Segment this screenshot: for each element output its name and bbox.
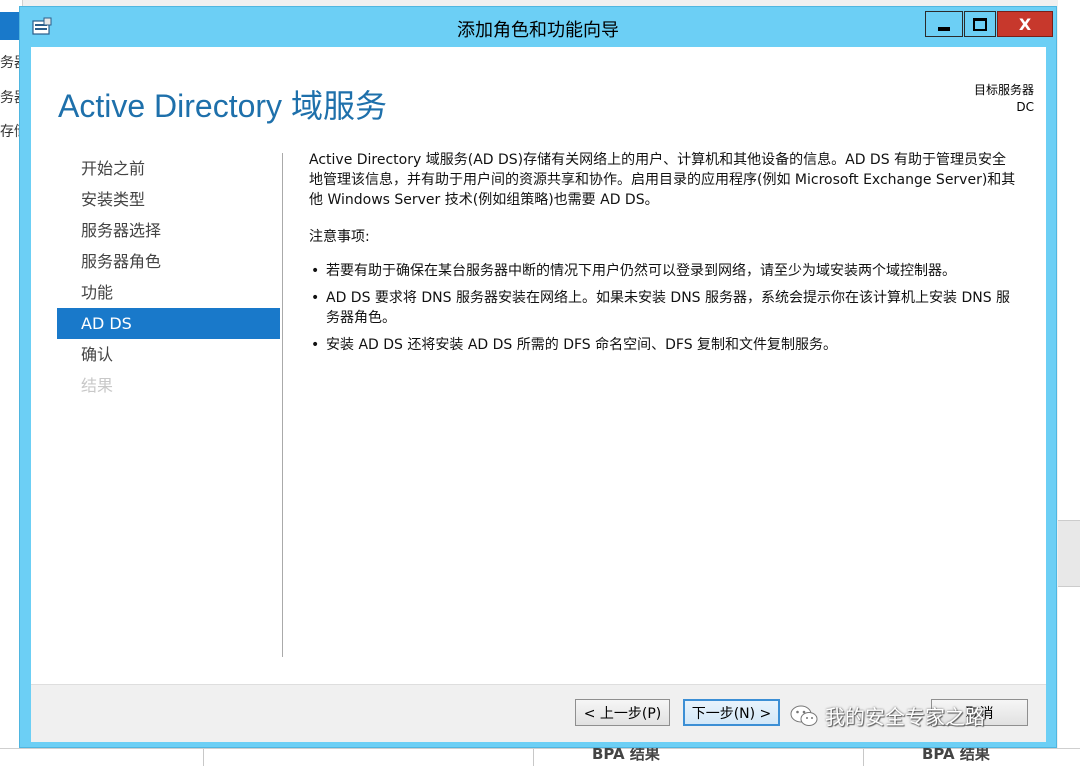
nav-item-before-you-begin[interactable]: 开始之前 [57,153,280,184]
wechat-icon [790,705,818,726]
watermark-text: 我的安全专家之路 [825,705,985,729]
nav-item-features[interactable]: 功能 [57,277,280,308]
wizard-client-area: Active Directory 域服务 目标服务器 DC 开始之前 安装类型 … [31,47,1046,742]
nav-item-server-selection[interactable]: 服务器选择 [57,215,280,246]
maximize-icon [973,17,987,31]
content-panel: Active Directory 域服务(AD DS)存储有关网络上的用户、计算… [309,150,1019,362]
watermark: 我的安全专家之路 [789,701,985,730]
minimize-icon [938,27,950,31]
nav-item-results: 结果 [81,376,114,395]
title-bar[interactable]: 添加角色和功能向导 X [20,7,1056,47]
wizard-footer: < 上一步(P) 下一步(N) > 取消 我的安全专家之路 [31,684,1046,742]
notes-heading: 注意事项: [309,229,370,245]
wizard-dialog: 添加角色和功能向导 X Active Directory 域服务 目标服务器 D… [19,6,1057,748]
target-server: 目标服务器 DC [974,82,1034,116]
list-item: 安装 AD DS 还将安装 AD DS 所需的 DFS 命名空间、DFS 复制和… [309,335,1019,355]
close-button[interactable]: X [997,11,1053,37]
intro-text: Active Directory 域服务(AD DS)存储有关网络上的用户、计算… [309,152,1016,208]
minimize-button[interactable] [925,11,963,37]
close-icon: X [1018,14,1032,34]
page-title: Active Directory 域服务 [58,88,387,124]
background-row-stripe [1058,520,1080,587]
target-server-label: 目标服务器 [973,83,1034,97]
background-column [863,749,864,766]
maximize-button[interactable] [964,11,996,37]
next-button[interactable]: 下一步(N) > [683,699,780,726]
background-right-panel [1058,0,1080,765]
list-item: 若要有助于确保在某台服务器中断的情况下用户仍然可以登录到网络，请至少为域安装两个… [309,261,1019,281]
notes-list: 若要有助于确保在某台服务器中断的情况下用户仍然可以登录到网络，请至少为域安装两个… [309,261,1019,355]
previous-button[interactable]: < 上一步(P) [575,699,670,726]
nav-divider [282,153,283,657]
wizard-nav: 开始之前 安装类型 服务器选择 服务器角色 功能 AD DS 确认 结果 [57,153,280,401]
background-column [203,749,204,766]
background-bottom-panel: BPA 结果 BPA 结果 [0,745,1080,766]
nav-item-installation-type[interactable]: 安装类型 [57,184,280,215]
window-title: 添加角色和功能向导 [457,20,619,41]
nav-item-ad-ds[interactable]: AD DS [57,308,280,339]
target-server-value: DC [1016,100,1034,114]
list-item: AD DS 要求将 DNS 服务器安装在网络上。如果未安装 DNS 服务器，系统… [309,288,1019,328]
background-column [533,749,534,766]
nav-item-confirmation[interactable]: 确认 [57,339,280,370]
nav-item-server-roles[interactable]: 服务器角色 [57,246,280,277]
